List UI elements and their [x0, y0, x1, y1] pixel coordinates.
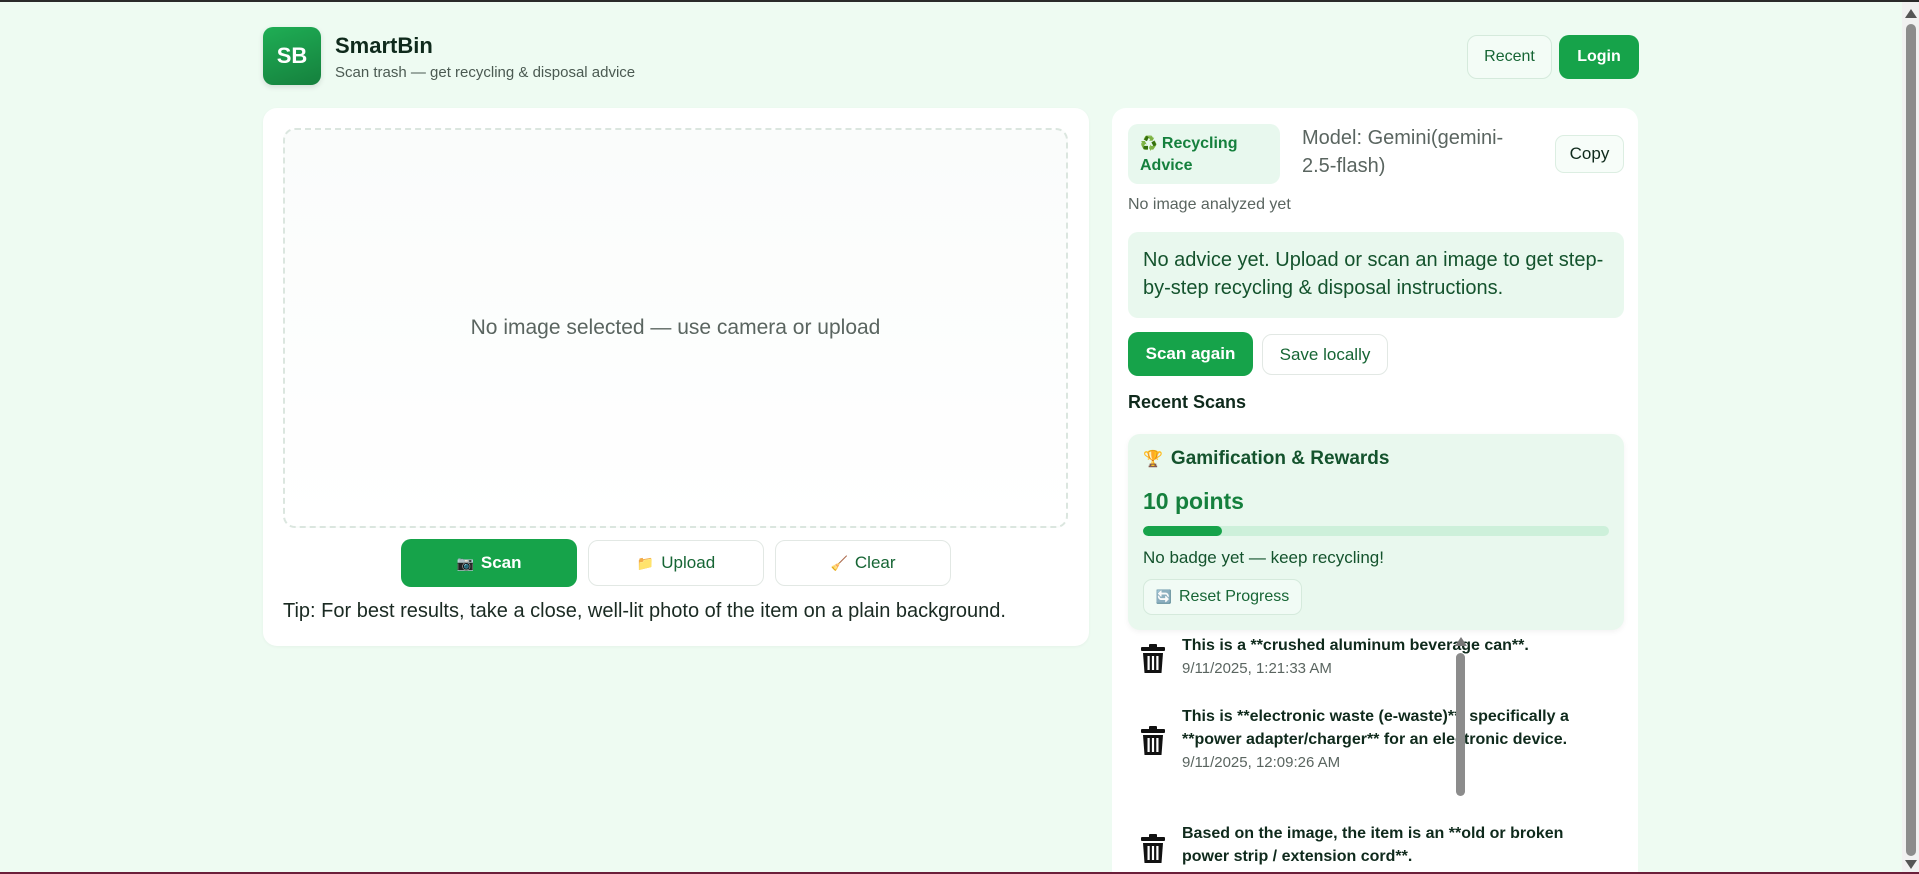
scan-date: 9/11/2025, 1:21:33 AM: [1182, 660, 1332, 677]
recent-scans-list: This is a **crushed aluminum beverage ca…: [1128, 634, 1608, 874]
window-scrollbar-thumb[interactable]: [1906, 24, 1916, 856]
trash-icon[interactable]: [1140, 834, 1166, 864]
scroll-up-arrow-icon[interactable]: [1455, 637, 1467, 646]
recycle-icon: ♻️: [1140, 135, 1158, 151]
image-drop-area[interactable]: No image selected — use camera or upload: [283, 128, 1068, 528]
scanner-card: No image selected — use camera or upload…: [263, 108, 1089, 646]
scan-description: This is **electronic waste (e-waste)**, …: [1182, 708, 1569, 748]
recycling-advice-pill: ♻️ Recycling Advice: [1128, 124, 1280, 184]
scan-label: Scan: [480, 553, 522, 572]
upload-button[interactable]: 📁 Upload: [588, 540, 764, 586]
scroll-down-icon[interactable]: [1905, 860, 1917, 869]
trash-icon[interactable]: [1140, 644, 1166, 674]
folder-icon: 📁: [636, 554, 655, 571]
reset-progress-button[interactable]: 🔄 Reset Progress: [1143, 579, 1302, 615]
window-scrollbar[interactable]: [1902, 2, 1919, 874]
app-subtitle: Scan trash — get recycling & disposal ad…: [335, 64, 636, 81]
gamification-title: 🏆 Gamification & Rewards: [1143, 448, 1389, 470]
recent-scans-heading: Recent Scans: [1128, 392, 1247, 412]
advice-message: No advice yet. Upload or scan an image t…: [1128, 232, 1624, 318]
login-button[interactable]: Login: [1559, 35, 1639, 79]
copy-button[interactable]: Copy: [1555, 135, 1624, 173]
scan-description: This is a **crushed aluminum beverage ca…: [1182, 637, 1529, 654]
save-locally-button[interactable]: Save locally: [1262, 334, 1388, 375]
upload-label: Upload: [661, 553, 716, 572]
scan-button[interactable]: 📷 Scan: [401, 539, 577, 587]
progress-fill: [1143, 526, 1223, 536]
scan-description: Based on the image, the item is an **old…: [1182, 825, 1564, 865]
scan-again-button[interactable]: Scan again: [1128, 332, 1253, 376]
app-title: SmartBin: [335, 33, 433, 58]
header: SB SmartBin Scan trash — get recycling &…: [263, 27, 1639, 87]
reset-progress-label: Reset Progress: [1178, 588, 1290, 605]
scroll-up-icon[interactable]: [1905, 9, 1917, 18]
gamification-card: 🏆 Gamification & Rewards 10 points No ba…: [1128, 434, 1624, 630]
trophy-icon: 🏆: [1143, 451, 1163, 468]
clear-label: Clear: [854, 553, 896, 572]
broom-icon: 🧹: [830, 554, 848, 571]
refresh-icon: 🔄: [1155, 589, 1172, 604]
scrollbar-thumb[interactable]: [1456, 653, 1465, 796]
clear-button[interactable]: 🧹 Clear: [775, 540, 951, 586]
scan-date: 9/11/2025, 12:09:26 AM: [1182, 754, 1341, 771]
progress-bar: [1143, 526, 1609, 536]
points-value: 10 points: [1143, 488, 1244, 514]
recent-scans-scrollbar[interactable]: [1454, 636, 1467, 874]
model-label: Model: Gemini(gemini-2.5-flash): [1302, 127, 1504, 177]
recent-button[interactable]: Recent: [1467, 35, 1552, 79]
drop-placeholder: No image selected — use camera or upload: [470, 316, 881, 339]
advice-card: ♻️ Recycling Advice Model: Gemini(gemini…: [1112, 108, 1638, 874]
logo: SB: [263, 27, 321, 85]
trash-icon[interactable]: [1140, 726, 1166, 756]
tip-text: Tip: For best results, take a close, wel…: [283, 600, 1006, 622]
badge-status: No badge yet — keep recycling!: [1143, 548, 1384, 567]
analysis-status: No image analyzed yet: [1128, 196, 1291, 213]
gamification-title-text: Gamification & Rewards: [1170, 448, 1390, 469]
camera-icon: 📷: [456, 554, 474, 571]
